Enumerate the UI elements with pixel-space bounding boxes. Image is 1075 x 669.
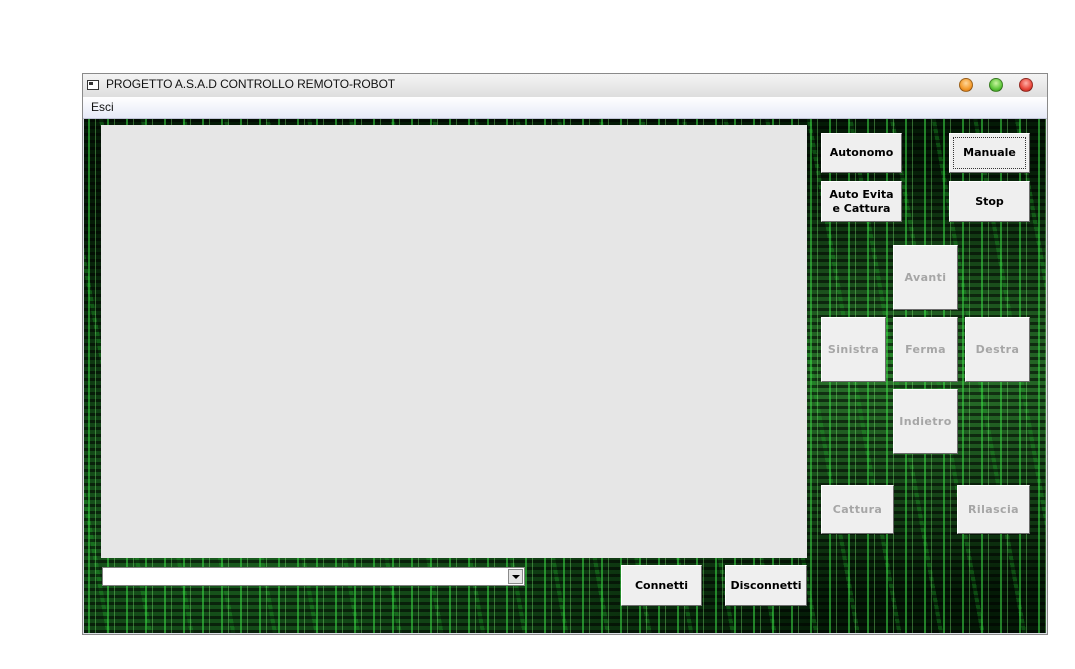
port-select[interactable]	[102, 567, 525, 586]
menu-bar: Esci	[83, 97, 1047, 119]
connetti-button[interactable]: Connetti	[621, 565, 702, 606]
window-title: PROGETTO A.S.A.D CONTROLLO REMOTO-ROBOT	[106, 77, 396, 91]
autonomo-button[interactable]: Autonomo	[821, 133, 902, 173]
main-window: PROGETTO A.S.A.D CONTROLLO REMOTO-ROBOT …	[82, 73, 1048, 635]
manuale-button[interactable]: Manuale	[949, 133, 1030, 173]
stop-button[interactable]: Stop	[949, 181, 1030, 222]
minimize-icon[interactable]	[959, 78, 973, 92]
destra-button[interactable]: Destra	[965, 317, 1030, 382]
video-display-area	[101, 125, 807, 558]
menu-item-esci[interactable]: Esci	[91, 100, 114, 114]
window-app-icon	[87, 80, 99, 90]
ferma-button[interactable]: Ferma	[893, 317, 958, 382]
cattura-button[interactable]: Cattura	[821, 485, 894, 534]
sinistra-button[interactable]: Sinistra	[821, 317, 886, 382]
avanti-button[interactable]: Avanti	[893, 245, 958, 310]
indietro-button[interactable]: Indietro	[893, 389, 958, 454]
auto-evita-cattura-button[interactable]: Auto Evita e Cattura	[821, 181, 902, 222]
maximize-icon[interactable]	[989, 78, 1003, 92]
title-bar[interactable]: PROGETTO A.S.A.D CONTROLLO REMOTO-ROBOT	[83, 74, 1047, 98]
chevron-down-icon[interactable]	[508, 569, 523, 584]
control-panel: Connetti Disconnetti Autonomo Manuale Au…	[84, 119, 1046, 633]
rilascia-button[interactable]: Rilascia	[957, 485, 1030, 534]
close-icon[interactable]	[1019, 78, 1033, 92]
disconnetti-button[interactable]: Disconnetti	[725, 565, 807, 606]
